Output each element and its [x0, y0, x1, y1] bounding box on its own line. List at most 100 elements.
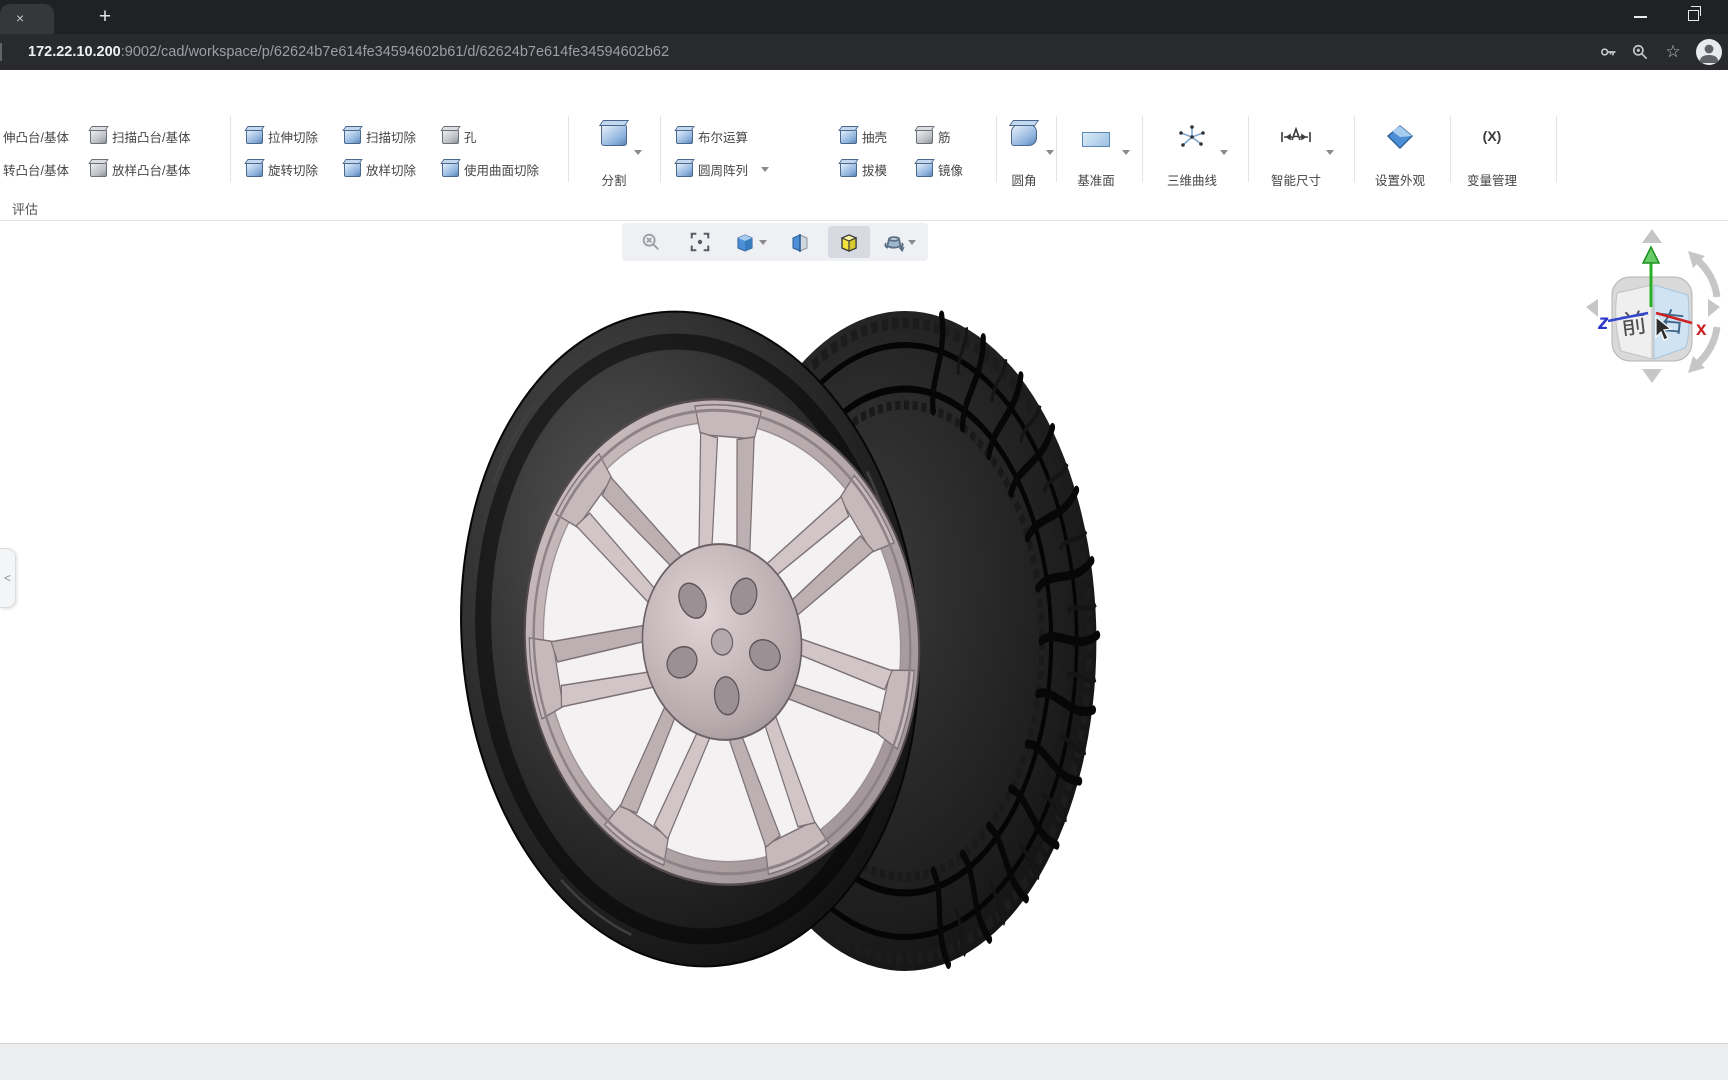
viewcube-rotate-cw-arrow[interactable]	[1693, 256, 1721, 298]
render-mode-chevron-icon[interactable]	[908, 239, 917, 245]
viewcube-up-arrow[interactable]	[1642, 229, 1662, 243]
split-label: 分割	[601, 174, 627, 188]
tab-evaluate[interactable]: 评估	[12, 199, 38, 218]
browser-tab-strip: × +	[0, 0, 1728, 34]
view-orientation-chevron-icon[interactable]	[759, 239, 768, 245]
bottom-strip	[0, 1043, 1728, 1080]
new-tab-button[interactable]: +	[92, 4, 118, 30]
smart-dimension-icon	[1279, 124, 1313, 153]
tab-close-icon[interactable]: ×	[16, 10, 24, 26]
ribbon-separator	[1354, 116, 1355, 182]
loft-boss-label: 放样凸台/基体	[112, 163, 191, 178]
mirror-icon	[916, 161, 933, 177]
browser-tab[interactable]: ×	[0, 4, 54, 34]
fillet-icon	[1011, 124, 1037, 146]
ribbon-extrude-cut[interactable]: 拉伸切除	[246, 125, 318, 147]
ribbon-3d-curve[interactable]: 三维曲线	[1150, 118, 1234, 190]
ribbon-set-appearance[interactable]: 设置外观	[1358, 118, 1442, 190]
bookmark-star-icon[interactable]: ☆	[1663, 42, 1683, 62]
circular-pattern-label: 圆周阵列	[698, 163, 749, 178]
password-key-icon[interactable]	[1598, 42, 1618, 62]
feature-ribbon: 伸凸台/基体 转凸台/基体 扫描凸台/基体 放样凸台/基体 拉伸切除 旋转切除 …	[0, 108, 1728, 196]
ribbon-datum-plane[interactable]: 基准面	[1054, 118, 1138, 190]
section-view-button[interactable]	[779, 226, 821, 258]
viewcube-down-arrow[interactable]	[1642, 369, 1662, 383]
3d-viewport[interactable]: 前 右 z x <	[0, 221, 1728, 1043]
ribbon-mirror[interactable]: 镜像	[916, 158, 963, 180]
ribbon-sweep-boss[interactable]: 扫描凸台/基体	[90, 125, 190, 147]
sweep-cut-icon	[344, 128, 361, 144]
ribbon-boolean[interactable]: 布尔运算	[676, 125, 748, 147]
window-restore-button[interactable]	[1688, 6, 1701, 21]
hole-label: 孔	[464, 130, 477, 145]
split-chevron-icon[interactable]	[634, 150, 642, 155]
display-style-button[interactable]	[828, 226, 871, 258]
collapse-chevron-glyph: <	[3, 571, 11, 585]
render-mode-button[interactable]	[878, 226, 920, 258]
url-host: 172.22.10.200	[28, 44, 121, 60]
fillet-label: 圆角	[1011, 174, 1037, 188]
panel-collapse-flap[interactable]: <	[0, 548, 16, 608]
smart-dimension-chevron-icon[interactable]	[1326, 150, 1334, 155]
datum-plane-icon	[1082, 132, 1110, 147]
boolean-label: 布尔运算	[698, 130, 749, 145]
browser-address-bar[interactable]: 172.22.10.200:9002/cad/workspace/p/62624…	[0, 34, 1728, 70]
sweep-cut-label: 扫描切除	[366, 130, 417, 145]
ribbon-loft-cut[interactable]: 放样切除	[344, 158, 416, 180]
zoom-fit-button[interactable]	[679, 226, 721, 258]
url-text[interactable]: 172.22.10.200:9002/cad/workspace/p/62624…	[28, 34, 669, 70]
view-orientation-button[interactable]	[729, 226, 771, 258]
3d-canvas[interactable]: 前 右 z x	[0, 221, 1728, 1043]
rib-icon	[916, 128, 933, 144]
draft-label: 拔模	[862, 163, 888, 178]
boolean-icon	[676, 128, 693, 144]
ribbon-separator	[1248, 116, 1249, 182]
extrude-cut-label: 拉伸切除	[268, 130, 319, 145]
ribbon-separator	[660, 116, 661, 182]
zoom-page-icon[interactable]	[1630, 42, 1650, 62]
ribbon-rib[interactable]: 筋	[916, 125, 951, 147]
ribbon-revolve-cut[interactable]: 旋转切除	[246, 158, 318, 180]
url-path: :9002/cad/workspace/p/62624b7e614fe34594…	[120, 44, 670, 60]
ribbon-revolve-boss[interactable]: 转凸台/基体	[3, 158, 69, 180]
surface-cut-label: 使用曲面切除	[464, 163, 540, 178]
viewcube-front-label[interactable]: 前	[1619, 308, 1648, 341]
ribbon-loft-boss[interactable]: 放样凸台/基体	[90, 158, 190, 180]
viewcube-right-arrow[interactable]	[1708, 299, 1720, 317]
circular-pattern-icon	[676, 161, 693, 177]
curve-3d-chevron-icon[interactable]	[1220, 150, 1228, 155]
ribbon-sweep-cut[interactable]: 扫描切除	[344, 125, 416, 147]
ribbon-circular-pattern[interactable]: 圆周阵列	[676, 158, 770, 180]
datum-plane-chevron-icon[interactable]	[1122, 150, 1130, 155]
ribbon-separator	[230, 116, 231, 182]
browser-profile-avatar[interactable]	[1696, 39, 1722, 65]
loft-cut-label: 放样切除	[366, 163, 417, 178]
shell-label: 抽壳	[862, 130, 888, 145]
axis-y-arrowhead	[1641, 245, 1661, 264]
window-minimize-button[interactable]	[1634, 16, 1647, 18]
app-window: × + 172.22.10.200:9002/cad/workspace/p/6…	[0, 0, 1728, 1080]
ribbon-hole[interactable]: 孔	[442, 125, 477, 147]
surface-cut-icon	[442, 161, 459, 177]
ribbon-separator	[568, 116, 569, 182]
ribbon-smart-dimension[interactable]: 智能尺寸	[1254, 118, 1338, 190]
curve-3d-icon	[1177, 124, 1207, 155]
ribbon-shell[interactable]: 抽壳	[840, 125, 887, 147]
datum-plane-label: 基准面	[1077, 174, 1115, 188]
fillet-chevron-icon[interactable]	[1046, 150, 1054, 155]
ribbon-draft[interactable]: 拔模	[840, 158, 887, 180]
ribbon-extrude-boss[interactable]: 伸凸台/基体	[3, 125, 69, 147]
viewcube-left-arrow[interactable]	[1586, 299, 1598, 317]
ribbon-separator	[1556, 116, 1557, 182]
set-appearance-icon	[1386, 124, 1414, 155]
ribbon-surface-cut[interactable]: 使用曲面切除	[442, 158, 539, 180]
view-cube[interactable]: 前 右 z x	[1586, 229, 1721, 383]
axis-z-label: z	[1597, 311, 1609, 334]
zoom-window-button[interactable]	[630, 226, 672, 258]
wheel-model	[460, 292, 1097, 971]
circular-pattern-chevron-icon[interactable]	[761, 166, 770, 172]
revolve-boss-label: 转凸台/基体	[3, 163, 69, 178]
draft-icon	[840, 161, 857, 177]
ribbon-variable-management[interactable]: (X) 变量管理	[1450, 118, 1534, 190]
ribbon-split[interactable]: 分割	[572, 118, 656, 190]
